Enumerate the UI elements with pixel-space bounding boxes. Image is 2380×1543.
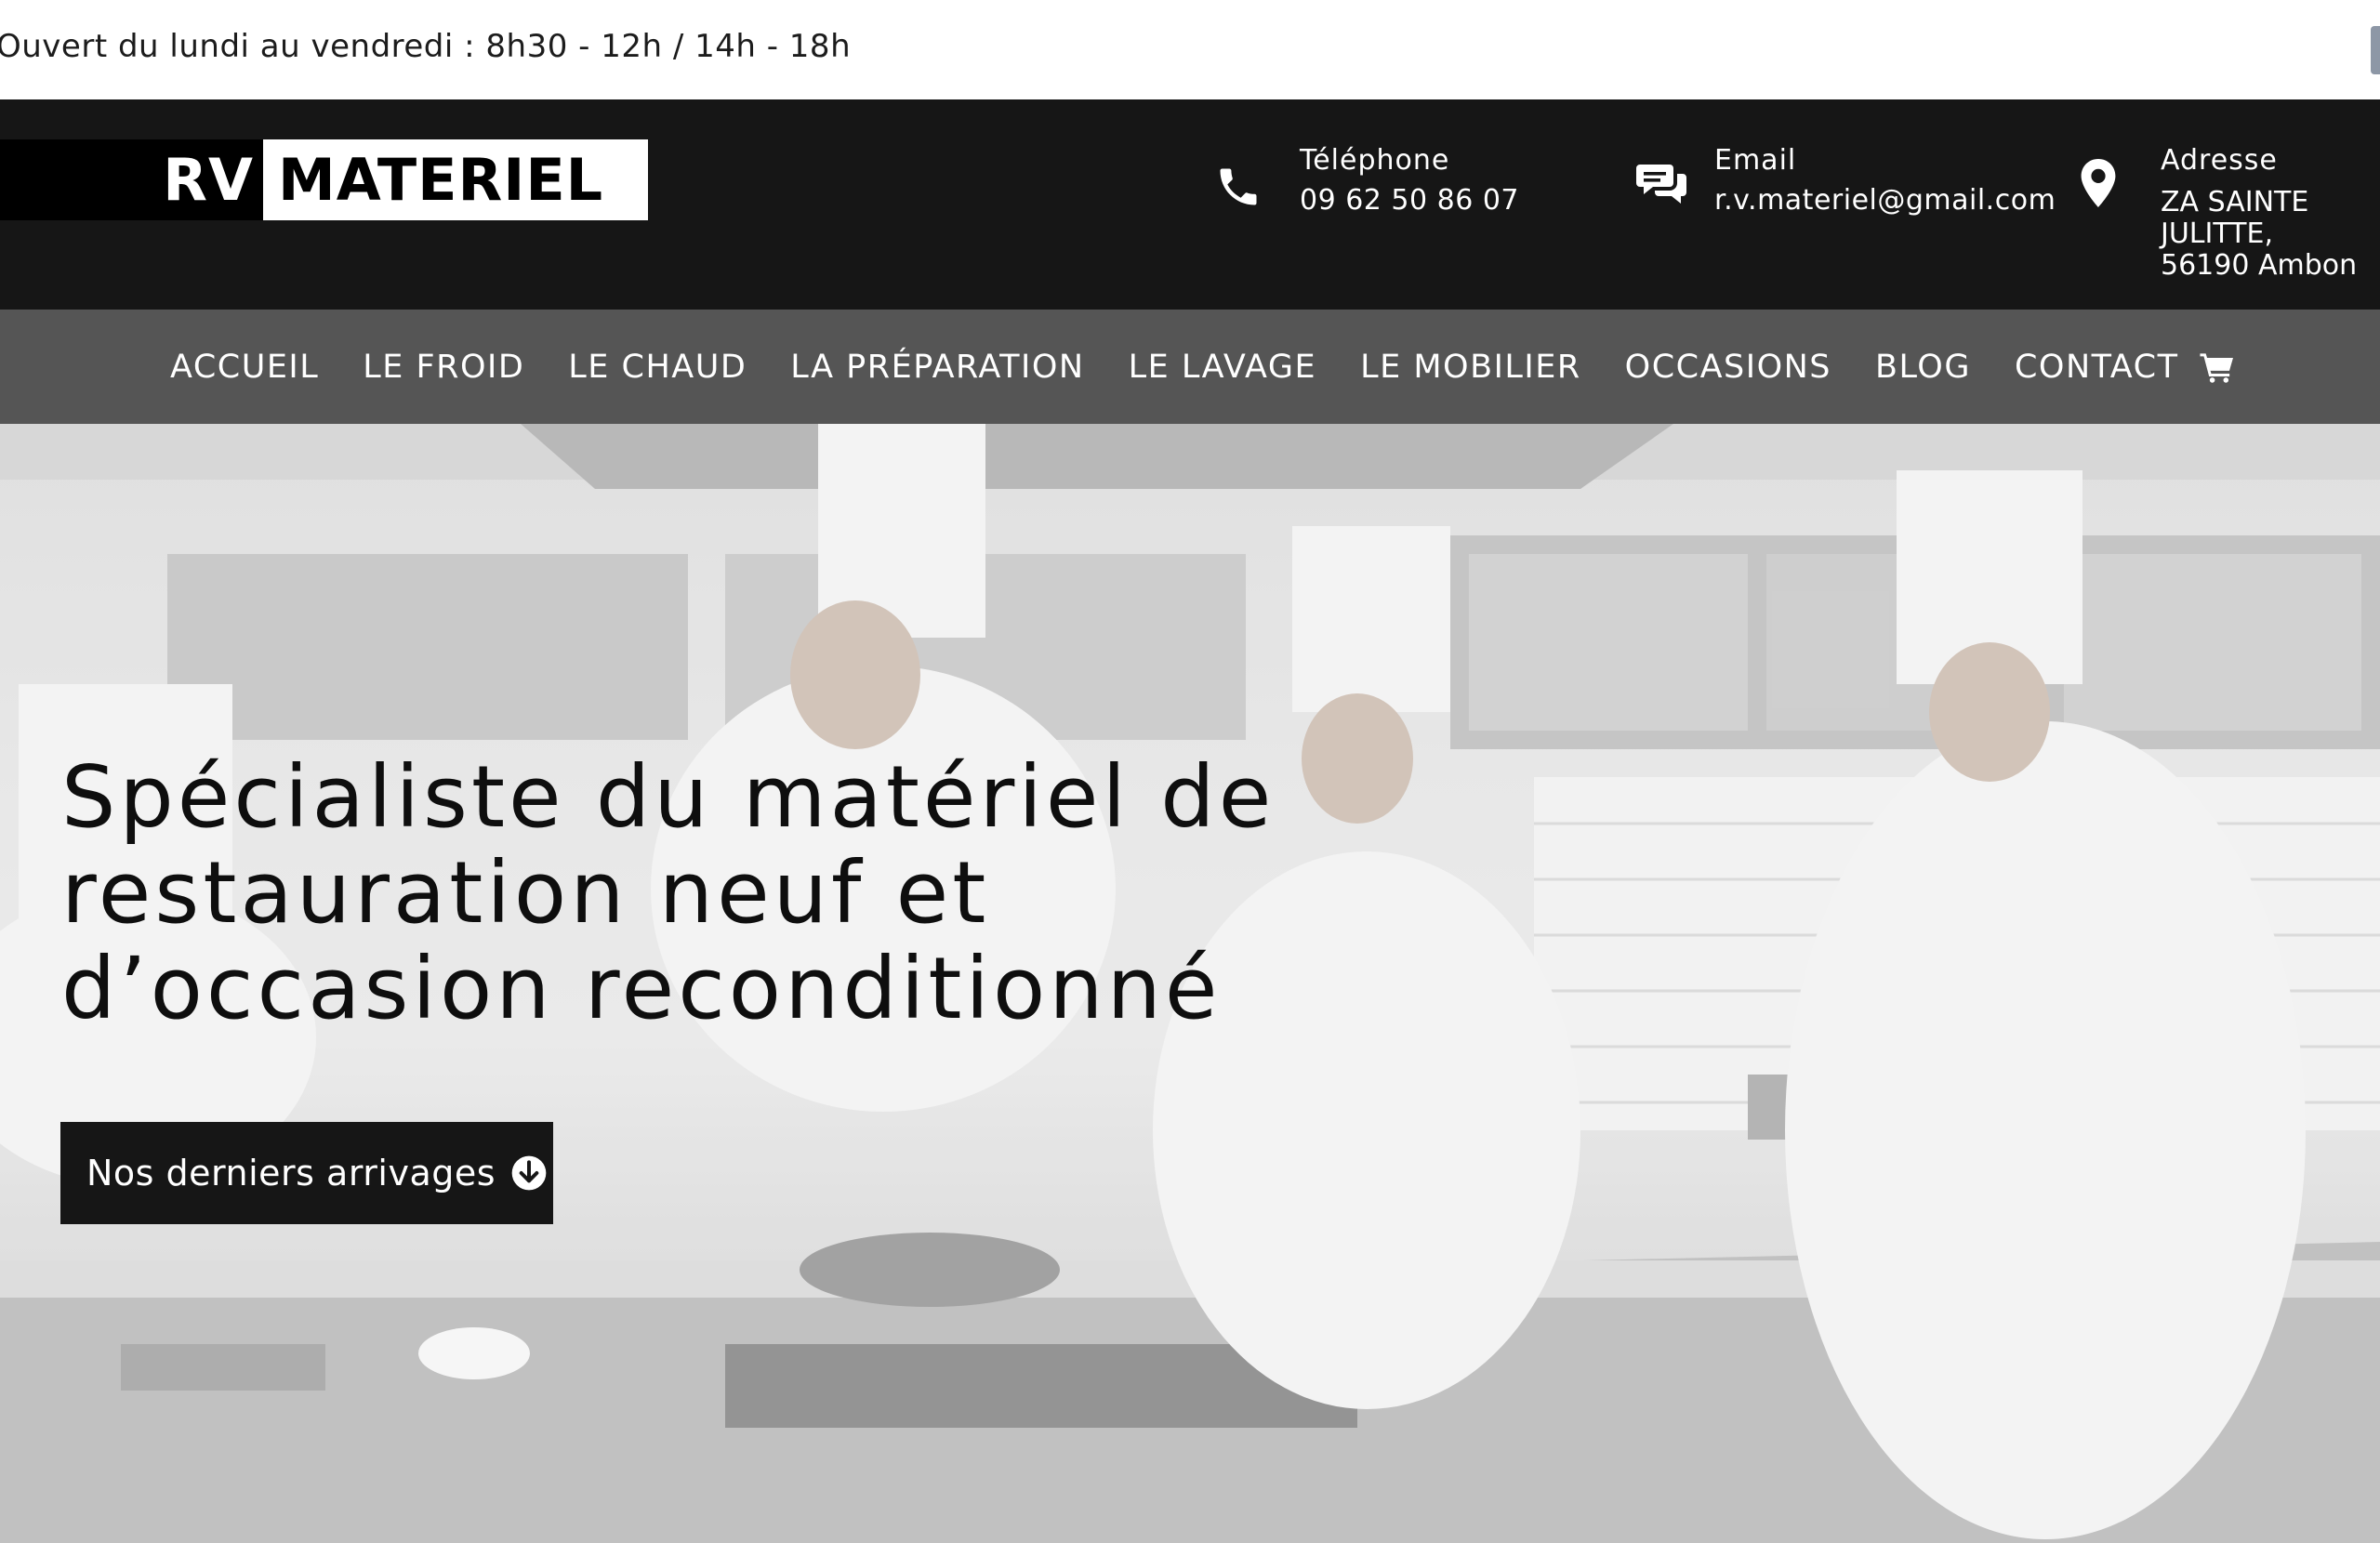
opening-hours: Ouvert du lundi au vendredi : 8h30 - 12h… [0,28,852,65]
nav-item-accueil[interactable]: ACCUEIL [170,349,319,386]
nav-item-occasions[interactable]: OCCASIONS [1625,349,1831,386]
top-bar: Ouvert du lundi au vendredi : 8h30 - 12h… [0,0,2380,99]
scrollbar-thumb[interactable] [2371,26,2380,74]
nav-item-le-lavage[interactable]: LE LAVAGE [1129,349,1317,386]
arrow-down-circle-icon [510,1154,548,1192]
email-label: Email [1714,144,1797,177]
phone-contact[interactable]: Téléphone 09 62 50 86 07 [1214,144,1521,228]
cart-icon[interactable] [2200,351,2235,383]
address-line: 56190 Ambon [2161,249,2358,282]
address-label: Adresse [2161,144,2278,177]
hero-banner: Spécialiste du matériel de restauration … [0,424,2380,1543]
chat-bubbles-icon [1636,161,1688,213]
phone-number[interactable]: 09 62 50 86 07 [1300,184,1519,217]
phone-icon [1214,163,1263,215]
email-address[interactable]: r.v.materiel@gmail.com [1714,184,2056,217]
hero-title: Spécialiste du matériel de restauration … [61,749,1456,1036]
hero-title-line: restauration neuf et [61,843,990,943]
email-contact[interactable]: Email r.v.materiel@gmail.com [1636,144,2056,228]
nav-item-blog[interactable]: BLOG [1875,349,1971,386]
nav-item-le-froid[interactable]: LE FROID [363,349,524,386]
logo-materiel: MATERIEL [263,139,648,220]
address-text: ZA SAINTE JULITTE, 56190 Ambon [2161,187,2357,282]
nav-item-contact[interactable]: CONTACT [2015,349,2178,386]
latest-arrivals-button[interactable]: Nos derniers arrivages [60,1122,553,1224]
logo-rv: RV [0,139,263,220]
site-logo[interactable]: RV MATERIEL [0,139,648,220]
address-line: ZA SAINTE [2161,186,2309,218]
map-pin-icon [2079,159,2118,211]
site-header: RV MATERIEL Téléphone 09 62 50 86 07 Ema… [0,99,2380,310]
main-nav: ACCUEIL LE FROID LE CHAUD LA PRÉPARATION… [0,310,2380,424]
address-contact: Adresse ZA SAINTE JULITTE, 56190 Ambon [2079,144,2376,284]
nav-item-la-preparation[interactable]: LA PRÉPARATION [790,349,1084,386]
nav-item-le-chaud[interactable]: LE CHAUD [568,349,747,386]
nav-item-le-mobilier[interactable]: LE MOBILIER [1360,349,1581,386]
hero-title-line: d’occasion reconditionné [61,939,1222,1038]
nav-items: ACCUEIL LE FROID LE CHAUD LA PRÉPARATION… [170,310,2235,424]
phone-label: Téléphone [1300,144,1450,177]
address-line: JULITTE, [2161,218,2273,250]
hero-title-line: Spécialiste du matériel de [61,747,1276,847]
latest-arrivals-label: Nos derniers arrivages [86,1153,496,1194]
